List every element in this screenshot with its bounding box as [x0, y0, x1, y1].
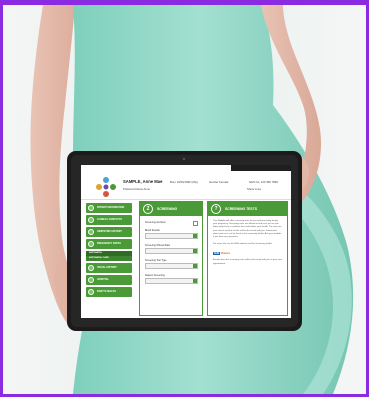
history-icon	[88, 229, 94, 235]
sidebar-sub-label[interactable]: ANTENATAL CARE	[86, 256, 132, 261]
offered-date-input[interactable]	[145, 248, 198, 254]
screening-title: SCREENING	[157, 207, 178, 211]
sidebar: PATIENT INFORMATION CLINICAL CONTACTS OB…	[81, 201, 135, 299]
screening-tests-text-2: For more info see the NHS website and th…	[213, 243, 273, 246]
sidebar-item-patient-information[interactable]: PATIENT INFORMATION	[86, 203, 132, 213]
top-toolbar	[231, 165, 291, 171]
sidebar-item-visual-history[interactable]: VISUAL HISTORY	[86, 263, 132, 273]
sidebar-item-label: PREGNANCY DATES	[97, 242, 121, 245]
show-more-link[interactable]: Show more	[247, 187, 261, 191]
screening-tests-panel: ? SCREENING TESTS Your Midwife will offer…	[207, 201, 288, 316]
person-icon	[88, 205, 94, 211]
patient-name: SAMPLE, Anne Mae	[123, 179, 163, 184]
patient-gender: Gender Female	[209, 180, 229, 184]
calendar-icon	[88, 241, 94, 247]
chevron-down-icon	[193, 264, 197, 268]
app-logo-icon	[96, 177, 116, 197]
patient-nhs-number: NHS No. 123 456 7890	[249, 180, 278, 184]
chevron-down-icon	[193, 234, 197, 238]
screening-tests-text: Your Midwife will offer screening tests …	[213, 220, 282, 239]
sidebar-item-hospital[interactable]: HOSPITAL	[86, 275, 132, 285]
help-icon: ?	[211, 204, 221, 214]
sidebar-item-obstetric-history[interactable]: OBSTETRIC HISTORY	[86, 227, 132, 237]
tablet-screen: SAMPLE, Anne Mae Born 19/06/1990 (29y) G…	[81, 165, 291, 318]
field-label: Blood Results	[145, 229, 160, 232]
photo-frame: SAMPLE, Anne Mae Born 19/06/1990 (29y) G…	[0, 0, 369, 397]
field-screening-declined: Screening declined	[140, 221, 202, 226]
sidebar-item-babys-health[interactable]: BABY'S HEALTH	[86, 287, 132, 297]
step-number: 2	[143, 204, 153, 214]
field-label: Reason Screening	[145, 274, 165, 277]
nhs-link-label: NHS	[213, 252, 221, 256]
sidebar-item-label: OBSTETRIC HISTORY	[97, 230, 122, 233]
chevron-down-icon	[193, 279, 197, 283]
field-label: Screening Test Type	[145, 259, 167, 262]
screening-panel-header: 2 SCREENING	[140, 202, 202, 216]
calendar-icon	[193, 249, 197, 253]
sidebar-item-pregnancy-dates[interactable]: PREGNANCY DATES	[86, 239, 132, 249]
blood-results-select[interactable]	[145, 233, 198, 239]
patient-dob: Born 19/06/1990 (29y)	[170, 180, 198, 184]
sidebar-item-label: BABY'S HEALTH	[97, 290, 117, 293]
reason-select[interactable]	[145, 278, 198, 284]
hospital-icon	[88, 277, 94, 283]
patient-header: SAMPLE, Anne Mae Born 19/06/1990 (29y) G…	[81, 165, 291, 200]
screening-declined-checkbox[interactable]	[193, 221, 198, 226]
sidebar-item-label: PATIENT INFORMATION	[97, 206, 125, 209]
sidebar-item-clinical-contacts[interactable]: CLINICAL CONTACTS	[86, 215, 132, 225]
screening-tests-header: ? SCREENING TESTS	[208, 202, 287, 216]
sidebar-item-label: HOSPITAL	[97, 278, 109, 281]
test-type-select[interactable]	[145, 263, 198, 269]
nhs-choices-link[interactable]: NHS Choices	[213, 252, 282, 256]
eye-icon	[88, 265, 94, 271]
sidebar-item-label: CLINICAL CONTACTS	[97, 218, 122, 221]
screening-tests-footer: Results from the screening tests will be…	[213, 259, 282, 265]
preferred-name: Preferred Name Anne	[123, 187, 151, 191]
screening-tests-title: SCREENING TESTS	[225, 207, 258, 211]
screening-panel: 2 SCREENING Screening declined Blood Resu…	[139, 201, 203, 316]
sidebar-item-label: VISUAL HISTORY	[97, 266, 117, 269]
field-label: Screening Offered Date	[145, 244, 171, 247]
tablet-camera	[182, 157, 186, 161]
nhs-link-suffix: Choices	[220, 252, 231, 256]
contacts-icon	[88, 217, 94, 223]
baby-icon	[88, 289, 94, 295]
